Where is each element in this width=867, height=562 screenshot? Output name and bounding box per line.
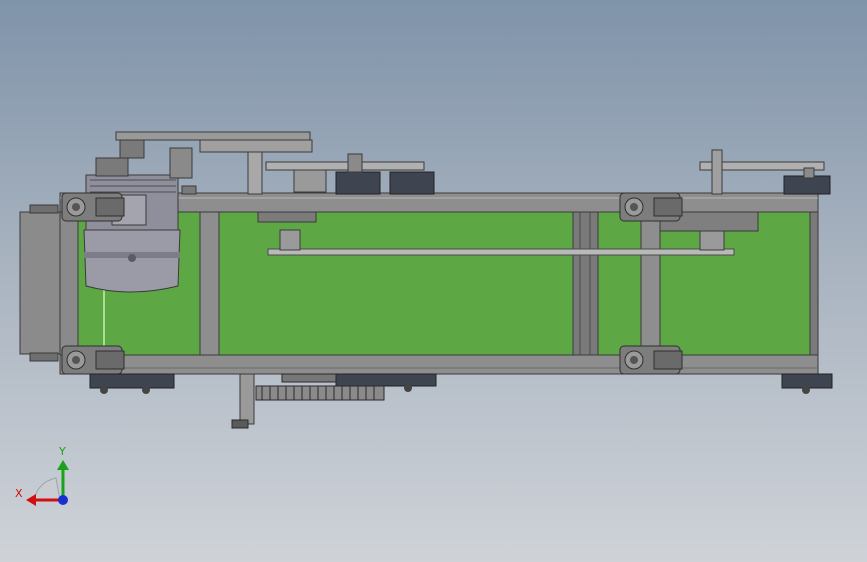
caster-bottom-right bbox=[619, 345, 683, 375]
axis-triad: Y X bbox=[15, 445, 69, 506]
frame-bottom-rail bbox=[59, 354, 819, 375]
z-axis-dot bbox=[58, 495, 68, 505]
cad-viewport[interactable]: Y X bbox=[0, 0, 867, 562]
y-axis-label: Y bbox=[58, 445, 66, 458]
bottom-bearings bbox=[89, 373, 833, 394]
caster-top-right bbox=[619, 192, 683, 222]
caster-bottom-left bbox=[61, 345, 125, 375]
right-chain-drive bbox=[699, 149, 831, 195]
x-axis-label: X bbox=[15, 487, 23, 500]
caster-top-left bbox=[61, 192, 125, 222]
end-guard bbox=[19, 204, 65, 362]
